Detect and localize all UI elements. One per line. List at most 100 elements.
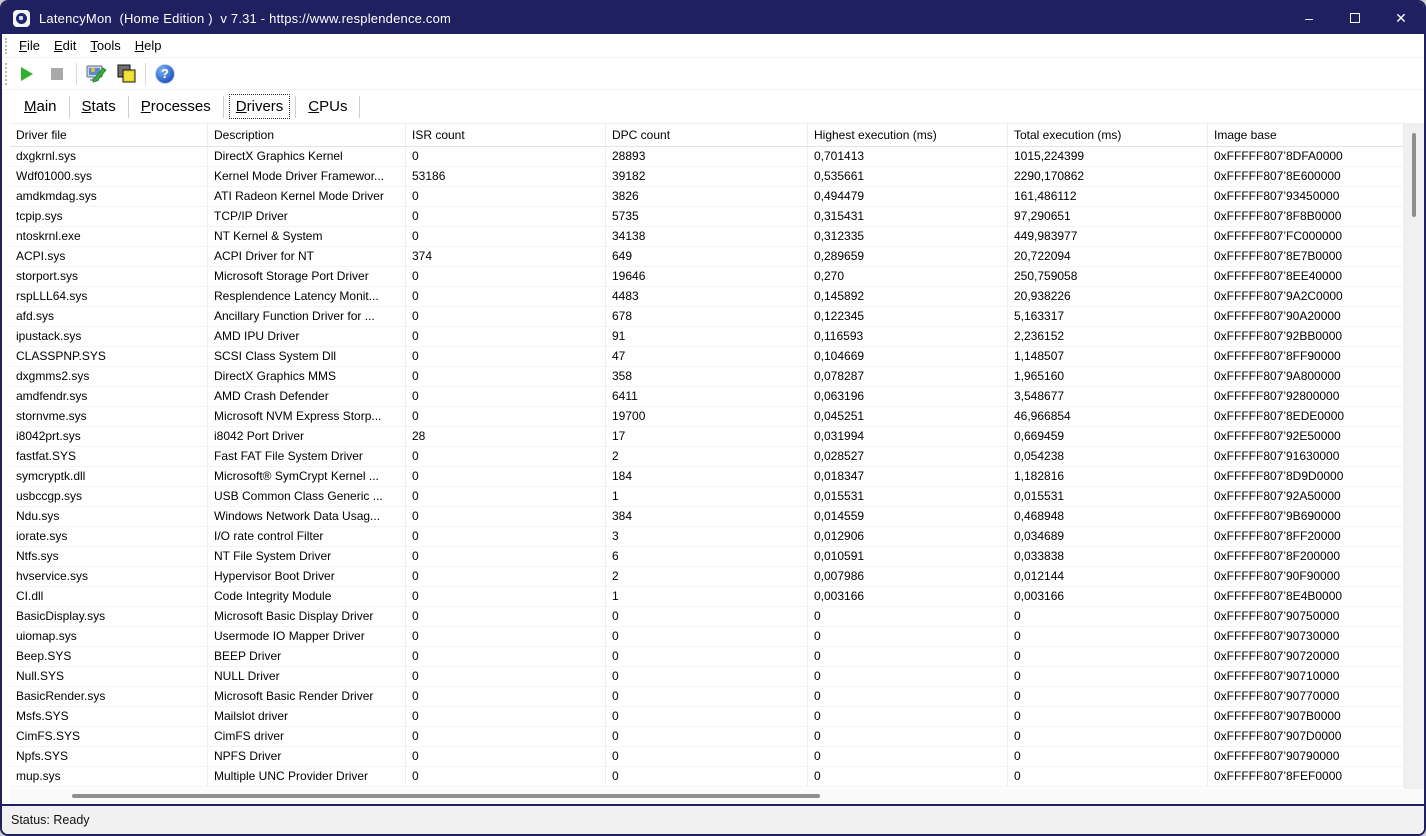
cell-file: Msfs.SYS xyxy=(10,707,208,727)
tab-drivers[interactable]: Drivers xyxy=(230,95,290,118)
table-row[interactable]: Wdf01000.sysKernel Mode Driver Framewor.… xyxy=(10,167,1404,187)
play-icon xyxy=(21,67,33,81)
horizontal-scrollbar[interactable] xyxy=(10,789,1424,804)
table-row[interactable]: Ndu.sysWindows Network Data Usag...03840… xyxy=(10,507,1404,527)
cell-total: 449,983977 xyxy=(1008,227,1208,247)
tab-main[interactable]: Main xyxy=(18,95,63,118)
tab-stats[interactable]: Stats xyxy=(76,95,122,118)
cell-highest: 0 xyxy=(808,707,1008,727)
table-row[interactable]: symcryptk.dllMicrosoft® SymCrypt Kernel … xyxy=(10,467,1404,487)
cell-description: Windows Network Data Usag... xyxy=(208,507,406,527)
cell-description: SCSI Class System Dll xyxy=(208,347,406,367)
cell-description: Ancillary Function Driver for ... xyxy=(208,307,406,327)
table-row[interactable]: dxgkrnl.sysDirectX Graphics Kernel028893… xyxy=(10,147,1404,167)
table-row[interactable]: CI.dllCode Integrity Module010,0031660,0… xyxy=(10,587,1404,607)
column-header-total[interactable]: Total execution (ms) xyxy=(1008,123,1208,147)
cell-file: uiomap.sys xyxy=(10,627,208,647)
table-row[interactable]: BasicRender.sysMicrosoft Basic Render Dr… xyxy=(10,687,1404,707)
tab-divider xyxy=(223,96,224,118)
tab-processes[interactable]: Processes xyxy=(135,95,217,118)
table-row[interactable]: CimFS.SYSCimFS driver00000xFFFFF807’907D… xyxy=(10,727,1404,747)
table-row[interactable]: amdfendr.sysAMD Crash Defender064110,063… xyxy=(10,387,1404,407)
menu-help[interactable]: Help xyxy=(128,36,169,55)
cell-description: DirectX Graphics MMS xyxy=(208,367,406,387)
table-row[interactable]: ACPI.sysACPI Driver for NT3746490,289659… xyxy=(10,247,1404,267)
table-row[interactable]: ntoskrnl.exeNT Kernel & System0341380,31… xyxy=(10,227,1404,247)
cell-description: NT Kernel & System xyxy=(208,227,406,247)
copy-report-button[interactable] xyxy=(111,60,141,88)
table-row[interactable]: iorate.sysI/O rate control Filter030,012… xyxy=(10,527,1404,547)
cell-total: 0,054238 xyxy=(1008,447,1208,467)
help-button[interactable]: ? xyxy=(150,60,180,88)
cell-total: 0 xyxy=(1008,747,1208,767)
cell-isr: 0 xyxy=(406,467,606,487)
tab-cpus[interactable]: CPUs xyxy=(302,95,353,118)
start-monitor-button[interactable] xyxy=(12,60,42,88)
cell-dpc: 0 xyxy=(606,687,808,707)
cell-description: USB Common Class Generic ... xyxy=(208,487,406,507)
cell-isr: 0 xyxy=(406,347,606,367)
table-row[interactable]: CLASSPNP.SYSSCSI Class System Dll0470,10… xyxy=(10,347,1404,367)
table-row[interactable]: usbccgp.sysUSB Common Class Generic ...0… xyxy=(10,487,1404,507)
table-row[interactable]: uiomap.sysUsermode IO Mapper Driver00000… xyxy=(10,627,1404,647)
vertical-scrollbar-thumb[interactable] xyxy=(1412,133,1416,217)
table-row[interactable]: ipustack.sysAMD IPU Driver0910,1165932,2… xyxy=(10,327,1404,347)
table-row[interactable]: hvservice.sysHypervisor Boot Driver020,0… xyxy=(10,567,1404,587)
column-header-image_base[interactable]: Image base xyxy=(1208,123,1404,147)
window-title: LatencyMon (Home Edition ) v 7.31 - http… xyxy=(39,11,451,26)
cell-highest: 0,028527 xyxy=(808,447,1008,467)
table-body: dxgkrnl.sysDirectX Graphics Kernel028893… xyxy=(10,147,1424,787)
maximize-button[interactable] xyxy=(1332,2,1378,34)
column-header-isr[interactable]: ISR count xyxy=(406,123,606,147)
cell-total: 0 xyxy=(1008,707,1208,727)
minimize-button[interactable]: – xyxy=(1286,2,1332,34)
table-row[interactable]: amdkmdag.sysATI Radeon Kernel Mode Drive… xyxy=(10,187,1404,207)
cell-highest: 0 xyxy=(808,627,1008,647)
cell-file: dxgmms2.sys xyxy=(10,367,208,387)
table-row[interactable]: fastfat.SYSFast FAT File System Driver02… xyxy=(10,447,1404,467)
table-row[interactable]: Msfs.SYSMailslot driver00000xFFFFF807’90… xyxy=(10,707,1404,727)
menu-file[interactable]: File xyxy=(12,36,47,55)
cell-description: NT File System Driver xyxy=(208,547,406,567)
cell-file: Npfs.SYS xyxy=(10,747,208,767)
cell-file: amdfendr.sys xyxy=(10,387,208,407)
table-row[interactable]: mup.sysMultiple UNC Provider Driver00000… xyxy=(10,767,1404,787)
table-row[interactable]: Beep.SYSBEEP Driver00000xFFFFF807’907200… xyxy=(10,647,1404,667)
cell-image_base: 0xFFFFF807’90770000 xyxy=(1208,687,1404,707)
table-row[interactable]: tcpip.sysTCP/IP Driver057350,31543197,29… xyxy=(10,207,1404,227)
cell-file: ipustack.sys xyxy=(10,327,208,347)
cell-image_base: 0xFFFFF807’8DFA0000 xyxy=(1208,147,1404,167)
cell-image_base: 0xFFFFF807’8E4B0000 xyxy=(1208,587,1404,607)
cell-dpc: 0 xyxy=(606,747,808,767)
stop-monitor-button[interactable] xyxy=(42,60,72,88)
column-header-highest[interactable]: Highest execution (ms) xyxy=(808,123,1008,147)
horizontal-scrollbar-thumb[interactable] xyxy=(72,794,820,798)
table-row[interactable]: afd.sysAncillary Function Driver for ...… xyxy=(10,307,1404,327)
column-header-dpc[interactable]: DPC count xyxy=(606,123,808,147)
table-row[interactable]: Npfs.SYSNPFS Driver00000xFFFFF807’907900… xyxy=(10,747,1404,767)
cell-total: 1,148507 xyxy=(1008,347,1208,367)
cell-dpc: 5735 xyxy=(606,207,808,227)
column-header-file[interactable]: Driver file xyxy=(10,123,208,147)
options-button[interactable] xyxy=(81,60,111,88)
column-header-description[interactable]: Description xyxy=(208,123,406,147)
cell-dpc: 384 xyxy=(606,507,808,527)
close-button[interactable]: ✕ xyxy=(1378,2,1424,34)
cell-file: Ndu.sys xyxy=(10,507,208,527)
monitor-pencil-icon xyxy=(84,62,108,86)
table-row[interactable]: i8042prt.sysi8042 Port Driver28170,03199… xyxy=(10,427,1404,447)
menu-tools[interactable]: Tools xyxy=(83,36,127,55)
menu-edit[interactable]: Edit xyxy=(47,36,83,55)
table-row[interactable]: Ntfs.sysNT File System Driver060,0105910… xyxy=(10,547,1404,567)
cell-total: 3,548677 xyxy=(1008,387,1208,407)
table-row[interactable]: dxgmms2.sysDirectX Graphics MMS03580,078… xyxy=(10,367,1404,387)
table-row[interactable]: rspLLL64.sysResplendence Latency Monit..… xyxy=(10,287,1404,307)
cell-image_base: 0xFFFFF807’8FF20000 xyxy=(1208,527,1404,547)
cell-highest: 0,003166 xyxy=(808,587,1008,607)
vertical-scrollbar[interactable] xyxy=(1404,123,1424,789)
table-row[interactable]: BasicDisplay.sysMicrosoft Basic Display … xyxy=(10,607,1404,627)
table-row[interactable]: Null.SYSNULL Driver00000xFFFFF807’907100… xyxy=(10,667,1404,687)
table-row[interactable]: storport.sysMicrosoft Storage Port Drive… xyxy=(10,267,1404,287)
table-row[interactable]: stornvme.sysMicrosoft NVM Express Storp.… xyxy=(10,407,1404,427)
cell-file: iorate.sys xyxy=(10,527,208,547)
